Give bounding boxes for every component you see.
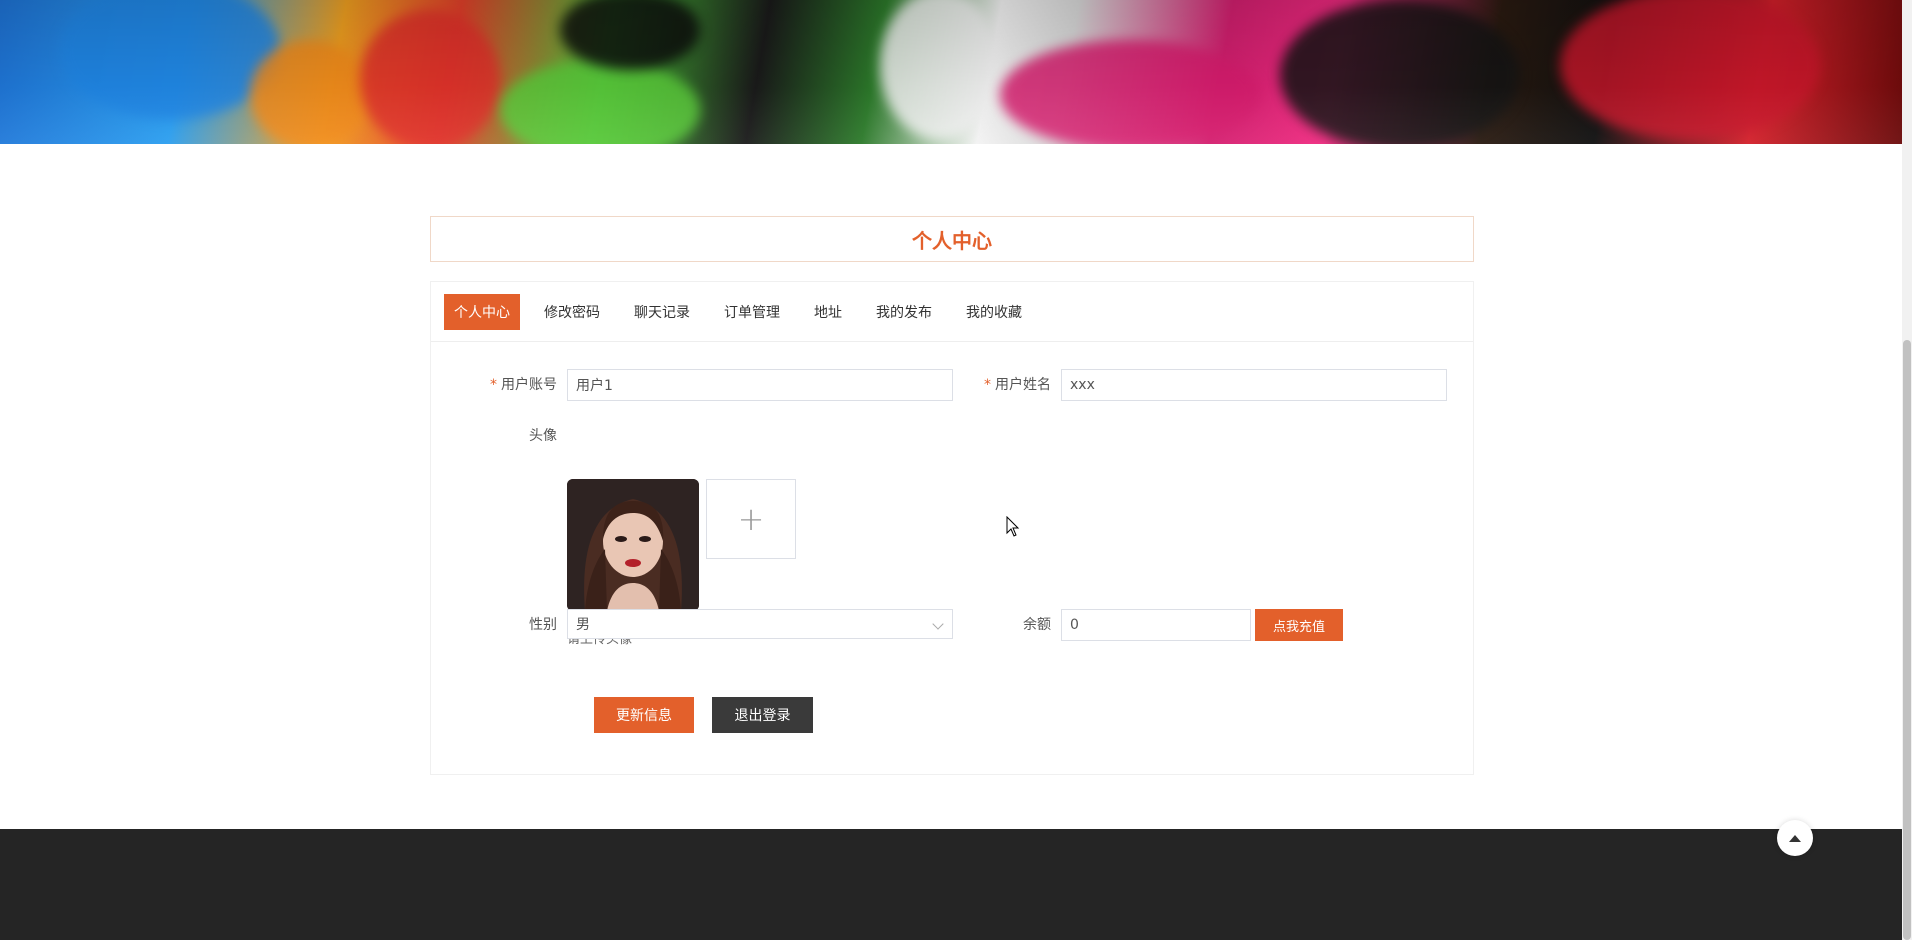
footer <box>0 829 1902 940</box>
gender-label: 性别 <box>529 617 557 633</box>
tab-chat-history[interactable]: 聊天记录 <box>624 294 700 330</box>
back-to-top-button[interactable] <box>1777 820 1813 856</box>
name-input[interactable]: xxx <box>1061 369 1447 401</box>
arrow-up-icon <box>1789 834 1801 842</box>
profile-panel: 个人中心 修改密码 聊天记录 订单管理 地址 我的发布 我的收藏 * 用户账号 用… <box>430 281 1474 775</box>
chevron-down-icon <box>932 618 944 630</box>
tab-my-favorites[interactable]: 我的收藏 <box>956 294 1032 330</box>
scrollbar-track[interactable] <box>1902 0 1912 940</box>
gender-select[interactable]: 男 <box>567 609 953 639</box>
page-title: 个人中心 <box>912 228 992 253</box>
tab-orders[interactable]: 订单管理 <box>714 294 790 330</box>
avatar-label: 头像 <box>529 428 557 444</box>
tab-address[interactable]: 地址 <box>804 294 852 330</box>
tab-profile[interactable]: 个人中心 <box>444 293 520 330</box>
mouse-cursor-icon <box>1006 516 1020 537</box>
avatar-upload-button[interactable]: + <box>706 479 796 559</box>
balance-label: 余额 <box>1023 617 1051 633</box>
required-mark: * <box>984 377 991 393</box>
scrollbar-thumb[interactable] <box>1903 340 1911 940</box>
plus-icon: + <box>737 500 765 538</box>
tab-bar: 个人中心 修改密码 聊天记录 订单管理 地址 我的发布 我的收藏 <box>431 282 1473 342</box>
balance-input[interactable]: 0 <box>1061 609 1251 641</box>
required-mark: * <box>490 377 497 393</box>
account-label: * 用户账号 <box>490 377 557 393</box>
page: 个人中心 个人中心 修改密码 聊天记录 订单管理 地址 我的发布 我的收藏 * 用… <box>0 0 1912 940</box>
avatar-image[interactable] <box>567 479 699 611</box>
avatar-portrait <box>567 479 699 611</box>
tab-change-password[interactable]: 修改密码 <box>534 294 610 330</box>
banner-image <box>0 0 1902 144</box>
update-info-button[interactable]: 更新信息 <box>594 697 694 733</box>
name-label: * 用户姓名 <box>984 377 1051 393</box>
logout-button[interactable]: 退出登录 <box>712 697 813 733</box>
tab-my-posts[interactable]: 我的发布 <box>866 294 942 330</box>
account-input[interactable]: 用户1 <box>567 369 953 401</box>
profile-form: * 用户账号 用户1 * 用户姓名 xxx 头像 + 请上传头像 性别 男 余额… <box>431 342 1473 775</box>
page-title-box: 个人中心 <box>430 216 1474 262</box>
recharge-button[interactable]: 点我充值 <box>1255 609 1343 641</box>
